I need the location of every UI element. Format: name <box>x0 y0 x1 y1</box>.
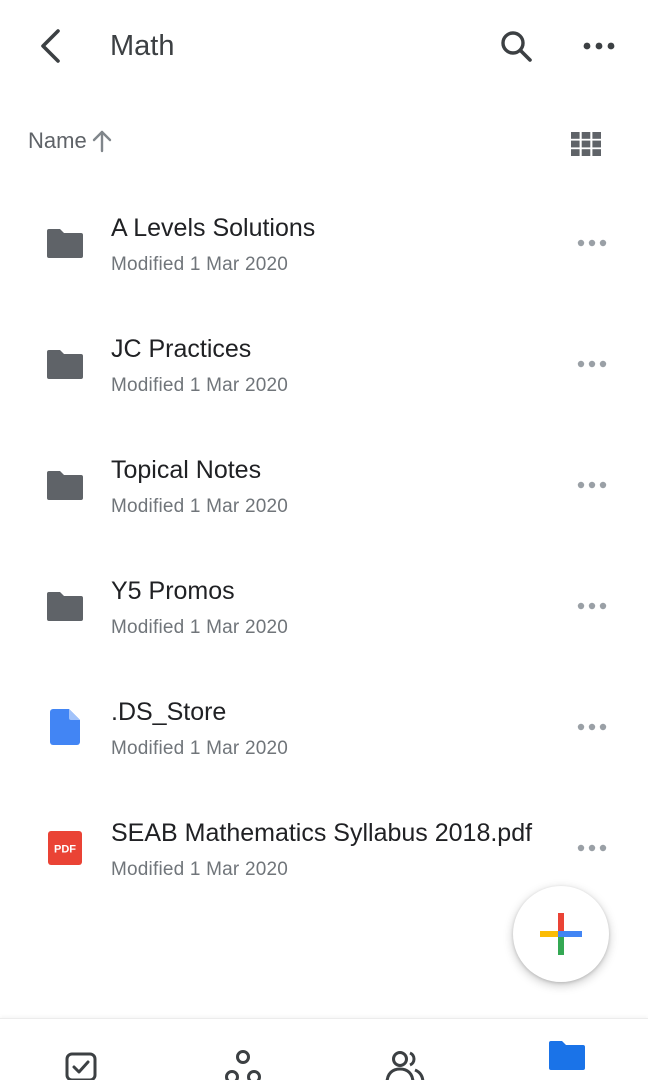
file-more-button[interactable] <box>570 831 614 865</box>
sort-label: Name <box>28 128 87 153</box>
file-name: SEAB Mathematics Syllabus 2018.pdf <box>111 819 533 847</box>
chevron-left-icon <box>41 29 60 63</box>
nav-files[interactable] <box>542 1039 592 1079</box>
shared-icon <box>385 1051 425 1080</box>
back-button[interactable] <box>28 24 72 68</box>
file-modified: Modified 1 Mar 2020 <box>111 254 289 275</box>
file-name: Y5 Promos <box>111 577 235 605</box>
arrow-up-icon <box>92 130 111 153</box>
sort-by-name-button[interactable]: Name <box>28 126 113 156</box>
more-options-button[interactable] <box>577 24 621 68</box>
file-name: Topical Notes <box>111 456 262 484</box>
file-modified: Modified 1 Mar 2020 <box>111 375 289 396</box>
folder-icon <box>44 224 86 262</box>
nav-priority[interactable] <box>56 1049 106 1080</box>
top-app-bar: Math <box>0 0 648 92</box>
grid-view-button[interactable] <box>566 124 606 164</box>
file-modified: Modified 1 Mar 2020 <box>111 859 289 880</box>
file-list: A Levels Solutions Modified 1 Mar 2020 J… <box>0 182 648 908</box>
folder-icon <box>44 466 86 504</box>
more-horizontal-icon <box>583 42 615 50</box>
files-icon <box>549 1041 585 1070</box>
file-name: JC Practices <box>111 335 252 363</box>
pdf-badge-text: PDF <box>54 844 76 856</box>
search-icon <box>501 31 532 62</box>
file-row-ds-store[interactable]: .DS_Store Modified 1 Mar 2020 <box>0 666 648 787</box>
file-row-a-levels-solutions[interactable]: A Levels Solutions Modified 1 Mar 2020 <box>0 182 648 303</box>
file-row-topical-notes[interactable]: Topical Notes Modified 1 Mar 2020 <box>0 424 648 545</box>
document-icon <box>44 708 86 746</box>
grid-view-icon <box>571 132 601 156</box>
folder-icon <box>44 345 86 383</box>
file-name: A Levels Solutions <box>111 214 316 242</box>
plus-icon <box>540 913 582 955</box>
file-modified: Modified 1 Mar 2020 <box>111 496 289 517</box>
more-horizontal-icon <box>577 602 607 610</box>
more-horizontal-icon <box>577 239 607 247</box>
file-row-y5-promos[interactable]: Y5 Promos Modified 1 Mar 2020 <box>0 545 648 666</box>
bottom-navigation <box>0 1018 648 1080</box>
more-horizontal-icon <box>577 723 607 731</box>
file-name: .DS_Store <box>111 698 227 726</box>
file-modified: Modified 1 Mar 2020 <box>111 738 289 759</box>
file-modified: Modified 1 Mar 2020 <box>111 617 289 638</box>
file-more-button[interactable] <box>570 589 614 623</box>
pdf-icon: PDF <box>44 829 86 867</box>
priority-icon <box>65 1052 97 1080</box>
file-more-button[interactable] <box>570 226 614 260</box>
more-horizontal-icon <box>577 360 607 368</box>
more-horizontal-icon <box>577 481 607 489</box>
search-button[interactable] <box>494 24 538 68</box>
more-horizontal-icon <box>577 844 607 852</box>
new-item-fab[interactable] <box>513 886 609 982</box>
workspaces-icon <box>225 1050 261 1080</box>
file-row-jc-practices[interactable]: JC Practices Modified 1 Mar 2020 <box>0 303 648 424</box>
file-more-button[interactable] <box>570 347 614 381</box>
file-more-button[interactable] <box>570 468 614 502</box>
folder-icon <box>44 587 86 625</box>
nav-workspaces[interactable] <box>218 1049 268 1080</box>
sort-bar: Name <box>0 118 648 166</box>
page-title: Math <box>110 30 175 62</box>
nav-shared[interactable] <box>380 1049 430 1080</box>
file-more-button[interactable] <box>570 710 614 744</box>
